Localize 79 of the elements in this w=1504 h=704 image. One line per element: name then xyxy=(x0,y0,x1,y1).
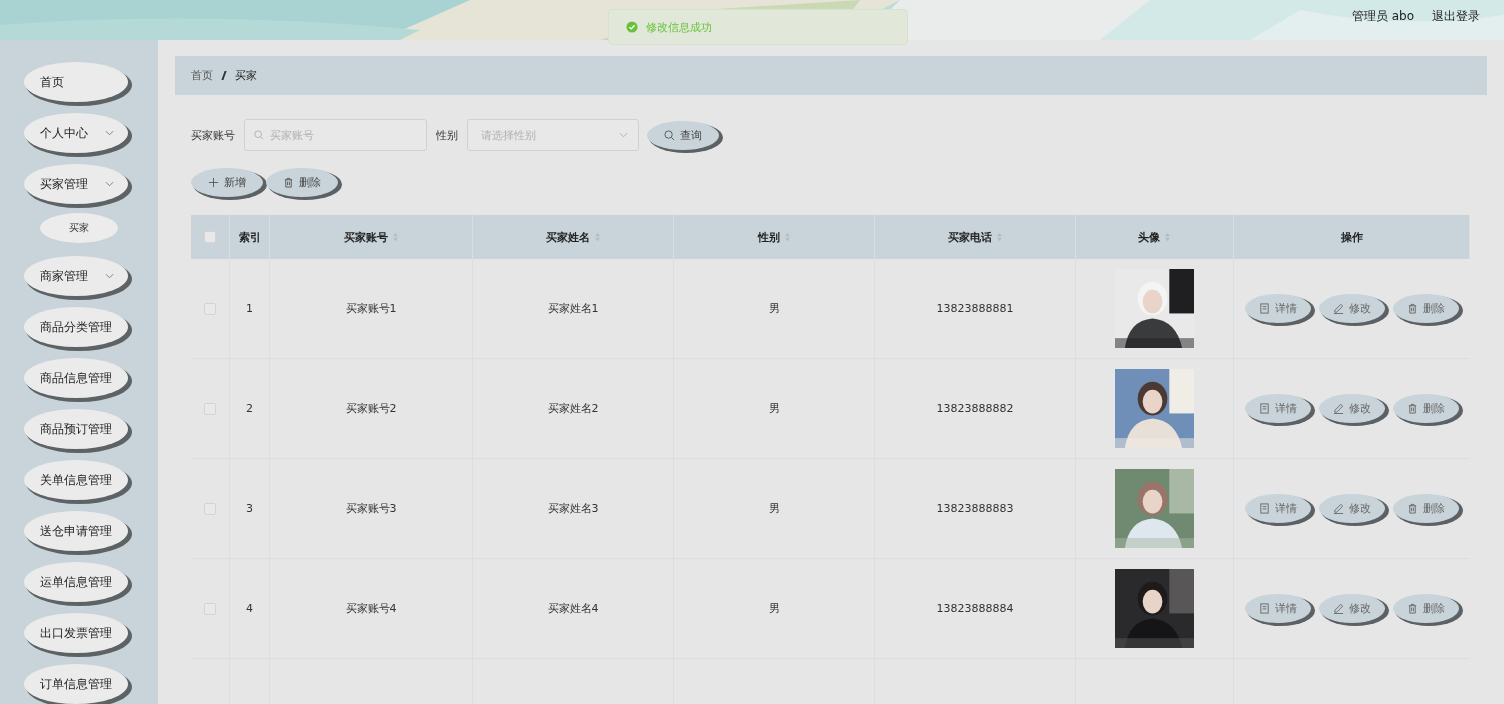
search-icon xyxy=(664,129,675,141)
column-header: 性别 xyxy=(757,229,780,245)
column-header: 头像 xyxy=(1138,229,1160,245)
query-button[interactable]: 查询 xyxy=(647,120,719,150)
trash-icon xyxy=(1407,603,1418,614)
select-all-checkbox[interactable] xyxy=(204,231,216,243)
search-icon xyxy=(254,130,264,140)
table-cell: 13823888884 xyxy=(936,602,1014,615)
detail-button[interactable]: 详情 xyxy=(1245,394,1311,423)
pencil-icon xyxy=(1333,603,1344,614)
chevron-icon xyxy=(105,273,114,279)
breadcrumb-link[interactable]: 买家 xyxy=(235,68,257,83)
edit-button[interactable]: 修改 xyxy=(1319,494,1385,523)
table-cell: 13823888882 xyxy=(936,402,1014,415)
table-cell: 男 xyxy=(768,401,780,416)
check-circle-icon xyxy=(626,21,638,33)
table-cell: 买家姓名3 xyxy=(547,501,599,516)
breadcrumb-link[interactable]: 首页 xyxy=(191,68,213,83)
user-name: 管理员 abo xyxy=(1351,8,1414,25)
sort-icon[interactable] xyxy=(593,232,601,242)
breadcrumb-separator xyxy=(221,71,227,80)
document-icon xyxy=(1259,403,1270,414)
table-cell: 2 xyxy=(246,402,253,415)
field-label: 买家账号 xyxy=(191,127,235,143)
delete-button[interactable]: 删除 xyxy=(1393,594,1459,623)
table-cell: 男 xyxy=(768,601,780,616)
chevron-icon xyxy=(105,130,114,136)
toast-message: 修改信息成功 xyxy=(646,19,712,35)
chevron-icon xyxy=(105,181,114,187)
pencil-icon xyxy=(1333,303,1344,314)
table-cell: 买家账号2 xyxy=(345,401,397,416)
table-cell: 买家账号3 xyxy=(345,501,397,516)
plus-icon xyxy=(208,177,219,188)
sort-icon[interactable] xyxy=(391,232,399,242)
table-cell: 买家姓名1 xyxy=(547,301,599,316)
column-header: 操作 xyxy=(1340,229,1363,245)
sort-icon[interactable] xyxy=(1164,232,1171,242)
detail-button[interactable]: 详情 xyxy=(1245,494,1311,523)
edit-button[interactable]: 修改 xyxy=(1319,394,1385,423)
table-cell: 13823888881 xyxy=(936,302,1014,315)
sort-icon[interactable] xyxy=(995,232,1003,242)
delete-button[interactable]: 删除 xyxy=(1393,294,1459,323)
chevron-icon xyxy=(619,132,628,138)
table-cell: 1 xyxy=(246,302,253,315)
delete-button[interactable]: 删除 xyxy=(266,168,338,197)
document-icon xyxy=(1259,503,1270,514)
delete-button[interactable]: 删除 xyxy=(1393,394,1459,423)
trash-icon xyxy=(1407,503,1418,514)
table-cell: 4 xyxy=(246,602,253,615)
pencil-icon xyxy=(1333,503,1344,514)
field-label: 性别 xyxy=(436,127,458,143)
trash-icon xyxy=(1407,303,1418,314)
trash-icon xyxy=(1407,403,1418,414)
table-cell: 买家姓名2 xyxy=(547,401,599,416)
table-cell: 买家账号4 xyxy=(345,601,397,616)
column-header: 买家姓名 xyxy=(545,229,590,245)
delete-button[interactable]: 删除 xyxy=(1393,494,1459,523)
add-button[interactable]: 新增 xyxy=(191,168,263,197)
column-header: 索引 xyxy=(238,229,261,245)
detail-button[interactable]: 详情 xyxy=(1245,294,1311,323)
table-cell: 买家账号1 xyxy=(345,301,397,316)
detail-button[interactable]: 详情 xyxy=(1245,594,1311,623)
pencil-icon xyxy=(1333,403,1344,414)
menu-item[interactable]: 订单信息管理 xyxy=(24,664,128,704)
table-cell: 买家姓名4 xyxy=(547,601,599,616)
document-icon xyxy=(1259,303,1270,314)
sort-icon[interactable] xyxy=(783,232,791,242)
edit-button[interactable]: 修改 xyxy=(1319,294,1385,323)
submenu-item[interactable]: 买家 xyxy=(40,213,118,243)
table-cell: 男 xyxy=(768,501,780,516)
table-cell: 男 xyxy=(768,301,780,316)
edit-button[interactable]: 修改 xyxy=(1319,594,1385,623)
column-header: 买家账号 xyxy=(343,229,388,245)
document-icon xyxy=(1259,603,1270,614)
table-cell: 3 xyxy=(246,502,253,515)
column-header: 买家电话 xyxy=(947,229,992,245)
table-cell: 13823888883 xyxy=(936,502,1014,515)
logout-link[interactable]: 退出登录 xyxy=(1432,8,1480,25)
trash-icon xyxy=(283,177,294,188)
